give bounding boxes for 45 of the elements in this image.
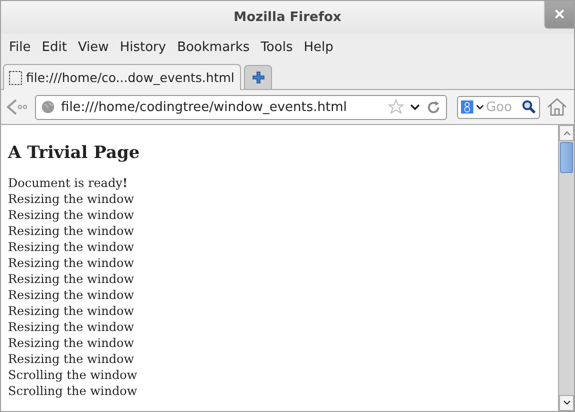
search-bar[interactable]: Goo	[457, 96, 540, 118]
window-title: Mozilla Firefox	[234, 10, 342, 25]
log-line: Scrolling the window	[8, 367, 138, 383]
log-line: Resizing the window	[8, 223, 134, 239]
search-engine-icon	[461, 99, 474, 115]
star-icon	[388, 99, 404, 115]
plus-icon	[252, 71, 265, 84]
globe-icon	[41, 100, 55, 114]
log-line: Resizing the window	[8, 351, 134, 367]
log-line: Resizing the window	[8, 287, 134, 303]
reload-icon	[426, 100, 441, 114]
tab-title: file:///home/co...dow_events.html	[26, 70, 234, 85]
menu-item[interactable]: Bookmarks	[172, 38, 255, 57]
menu-item[interactable]: Help	[298, 38, 338, 57]
log-line: Resizing the window	[8, 207, 134, 223]
address-bar[interactable]: file:///home/codingtree/window_events.html	[35, 94, 447, 120]
log-line: Resizing the window	[8, 255, 134, 271]
caret-up-icon	[562, 130, 570, 136]
search-input[interactable]: Goo	[486, 100, 520, 114]
log-line: Resizing the window	[8, 191, 134, 207]
page-icon	[9, 70, 22, 84]
log-line: Resizing the window	[8, 271, 134, 287]
log-line: Resizing the window	[8, 319, 134, 335]
log-line: Scrolling the window	[8, 383, 138, 399]
menu-item[interactable]: History	[114, 38, 172, 57]
menu-item[interactable]: File	[4, 38, 36, 57]
home-icon	[546, 96, 568, 118]
dropdown-icon	[410, 102, 420, 112]
new-tab-button[interactable]	[244, 65, 272, 89]
search-icon	[522, 99, 536, 115]
scroll-down-button[interactable]	[559, 395, 574, 411]
log-line: Resizing the window	[8, 335, 134, 351]
scrollbar-thumb[interactable]	[560, 142, 573, 173]
menu-item[interactable]: View	[72, 38, 114, 57]
scroll-up-button[interactable]	[559, 125, 574, 141]
caret-down-icon	[562, 400, 570, 406]
browser-tab[interactable]: file:///home/co...dow_events.html	[3, 64, 242, 90]
menu-item[interactable]: Edit	[36, 38, 72, 57]
page-heading: A Trivial Page	[8, 143, 141, 163]
dropdown-icon	[476, 102, 484, 112]
menu-item[interactable]: Tools	[256, 38, 298, 57]
log-line: Document is ready!	[8, 175, 128, 191]
log-line: Resizing the window	[8, 303, 134, 319]
back-arrow-icon	[5, 97, 29, 117]
log-line: Resizing the window	[8, 239, 134, 255]
